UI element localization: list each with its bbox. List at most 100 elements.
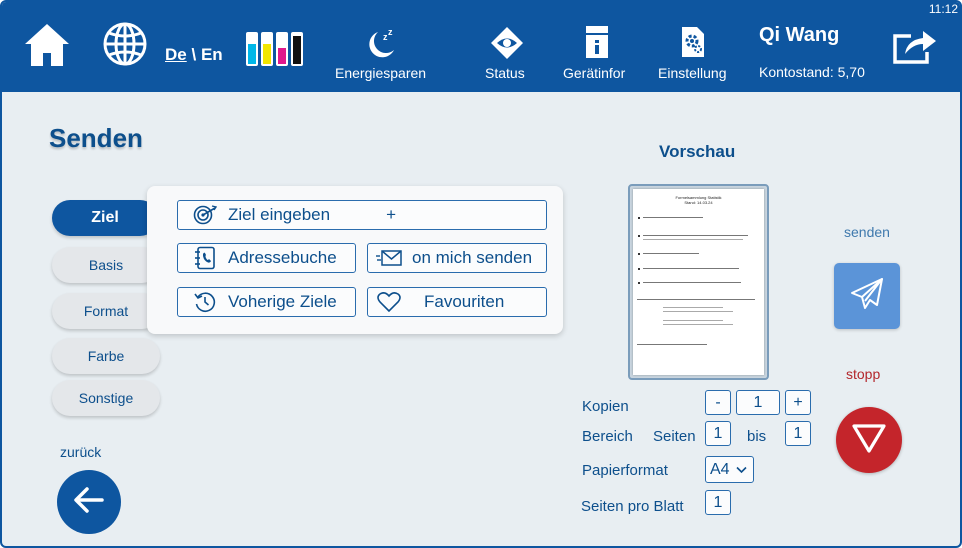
status-button[interactable]: Status: [480, 24, 536, 84]
tab-format[interactable]: Format: [52, 293, 160, 329]
preview-text-line: [643, 239, 743, 240]
preview-text-line: [663, 324, 733, 325]
tab-farbe[interactable]: Farbe: [52, 338, 160, 374]
target-icon: [192, 204, 218, 226]
send-to-me-button[interactable]: on mich senden: [367, 243, 547, 273]
send-label: senden: [844, 224, 890, 240]
pages-per-sheet-input[interactable]: 1: [705, 490, 731, 515]
energy-saving-button[interactable]: z z Energiesparen: [332, 22, 432, 84]
preview-text-line: [643, 235, 748, 236]
top-bar: 11:12 De \ En z z Energiesparen Status G…: [2, 2, 960, 92]
preview-page: Formelsammlung Statistik Stand: 14.03.24: [633, 189, 764, 375]
tab-ziel-label: Ziel: [91, 209, 119, 226]
pages-per-sheet-value: 1: [713, 493, 723, 511]
preview-bullet: [638, 268, 640, 270]
paper-format-label: Papierformat: [582, 462, 668, 479]
bis-label: bis: [747, 428, 767, 445]
status-label: Status: [485, 65, 525, 81]
preview-text-line: [637, 299, 755, 300]
document-preview[interactable]: Formelsammlung Statistik Stand: 14.03.24: [628, 184, 769, 380]
back-label: zurück: [60, 444, 102, 460]
address-book-label: Adressebuche: [228, 248, 337, 267]
favourites-label: Favouriten: [424, 292, 505, 311]
favourites-button[interactable]: Favouriten: [367, 287, 547, 317]
tab-basis[interactable]: Basis: [52, 247, 160, 283]
moon-sleep-icon: z z: [364, 26, 400, 60]
preview-title: Vorschau: [659, 142, 736, 161]
device-info-label: Gerätinfor: [563, 65, 626, 81]
heart-icon: [376, 291, 402, 313]
preview-text-line: [663, 320, 723, 321]
history-icon: [192, 291, 218, 313]
enter-destination-button[interactable]: Ziel eingeben +: [177, 200, 547, 230]
minus-icon: -: [715, 393, 721, 411]
tab-sonstige-label: Sonstige: [78, 390, 134, 406]
range-from-input[interactable]: 1: [705, 421, 731, 446]
arrow-left-icon: [73, 486, 105, 519]
ink-cartridges-icon[interactable]: [245, 30, 305, 68]
range-to-input[interactable]: 1: [785, 421, 811, 446]
copies-value: 1: [753, 393, 763, 411]
paper-plane-icon: [849, 277, 885, 316]
preview-bullet: [638, 217, 640, 219]
chevron-down-icon: [736, 466, 747, 474]
copies-input[interactable]: 1: [736, 390, 780, 415]
stop-button[interactable]: [836, 407, 902, 473]
paper-format-select[interactable]: A4: [705, 456, 754, 483]
language-separator: \: [191, 45, 197, 64]
preview-text-line: [643, 282, 741, 283]
pages-per-sheet-label: Seiten pro Blatt: [581, 498, 684, 515]
settings-button[interactable]: Einstellung: [656, 24, 734, 84]
language-switch[interactable]: De \ En: [165, 45, 223, 65]
preview-text-line: [643, 268, 739, 269]
page-title: Senden: [49, 123, 143, 153]
range-from-value: 1: [713, 424, 723, 442]
copies-increment-button[interactable]: +: [785, 390, 811, 415]
language-en[interactable]: En: [201, 45, 223, 64]
eye-icon: [490, 26, 524, 60]
share-exit-icon[interactable]: [891, 26, 939, 66]
range-to-value: 1: [793, 424, 803, 442]
preview-text-line: [637, 344, 707, 345]
tab-farbe-label: Farbe: [87, 348, 125, 364]
tab-ziel[interactable]: Ziel: [52, 200, 158, 236]
previous-destinations-button[interactable]: Voherige Ziele: [177, 287, 356, 317]
user-name: Qi Wang: [759, 24, 840, 46]
preview-text-line: [643, 217, 703, 218]
globe-icon[interactable]: [102, 21, 148, 67]
settings-label: Einstellung: [658, 65, 727, 81]
account-balance: Kontostand: 5,70: [759, 64, 865, 80]
preview-bullet: [638, 282, 640, 284]
preview-bullet: [638, 235, 640, 237]
stop-label: stopp: [846, 366, 881, 382]
paper-format-value: A4: [710, 460, 730, 478]
preview-text-line: [643, 253, 699, 254]
preview-doc-date: Stand: 14.03.24: [684, 200, 713, 205]
back-button[interactable]: [57, 470, 121, 534]
language-de[interactable]: De: [165, 45, 187, 64]
plus-icon: +: [386, 205, 397, 224]
device-info-icon: [585, 25, 609, 59]
device-info-button[interactable]: Gerätinfor: [562, 24, 634, 84]
tab-sonstige[interactable]: Sonstige: [52, 380, 160, 416]
previous-destinations-label: Voherige Ziele: [228, 292, 337, 311]
send-to-me-label: on mich senden: [412, 248, 533, 267]
preview-text-line: [663, 307, 723, 308]
home-icon[interactable]: [23, 22, 71, 68]
settings-icon: [680, 26, 706, 58]
pages-label: Seiten: [653, 428, 696, 445]
send-mail-icon: [376, 247, 402, 269]
enter-destination-label: Ziel eingeben: [228, 205, 331, 224]
send-button[interactable]: [834, 263, 900, 329]
destination-panel: Ziel eingeben + Adressebuche on mich sen…: [147, 186, 563, 334]
energy-saving-label: Energiesparen: [335, 65, 427, 81]
preview-bullet: [638, 253, 640, 255]
copies-label: Kopien: [582, 398, 629, 415]
tab-format-label: Format: [83, 303, 129, 319]
clock: 11:12: [928, 2, 958, 16]
app-window: 11:12 De \ En z z Energiesparen Status G…: [0, 0, 962, 548]
copies-decrement-button[interactable]: -: [705, 390, 731, 415]
stop-triangle-icon: [851, 422, 887, 459]
address-book-button[interactable]: Adressebuche: [177, 243, 356, 273]
svg-text:z: z: [388, 27, 393, 37]
